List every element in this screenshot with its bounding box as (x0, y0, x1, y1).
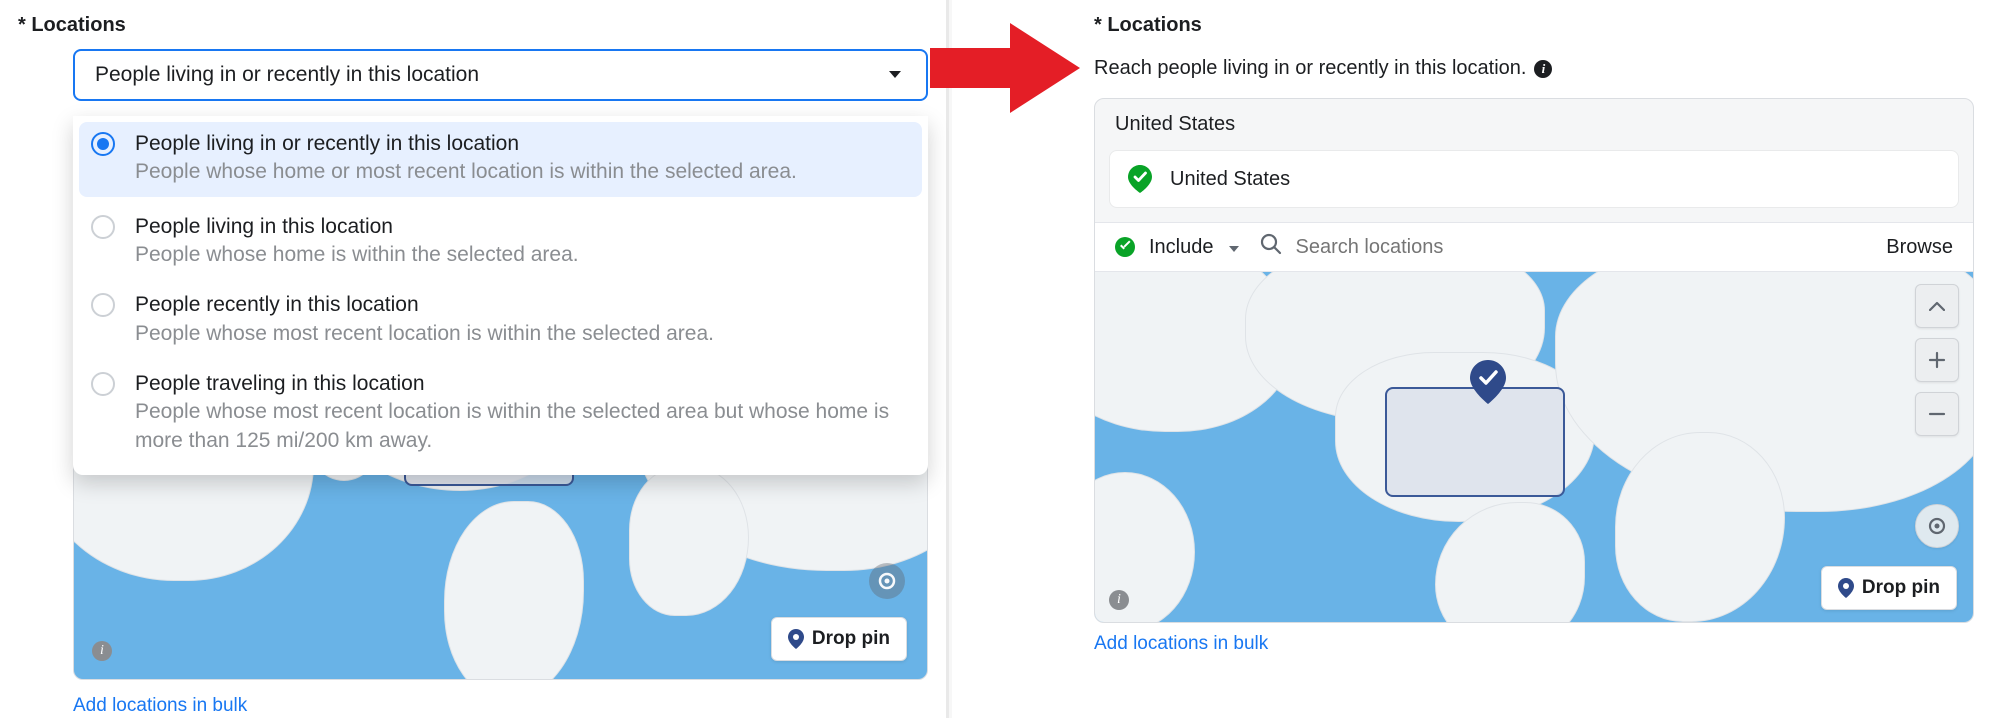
locations-heading: * Locations (18, 14, 930, 37)
country-name: United States (1170, 168, 1290, 191)
land-shape (1615, 432, 1785, 622)
drop-pin-button[interactable]: Drop pin (1821, 566, 1957, 610)
target-icon (1925, 514, 1949, 538)
info-icon[interactable]: i (92, 641, 112, 661)
recenter-button[interactable] (869, 563, 905, 599)
radio-icon (91, 215, 115, 239)
option-label: People recently in this location (135, 291, 714, 319)
map-pin-icon (1470, 360, 1506, 404)
option-desc: People whose home or most recent locatio… (135, 158, 797, 186)
chevron-down-icon (888, 70, 902, 80)
land-shape (444, 501, 584, 680)
info-icon[interactable]: i (1109, 590, 1129, 610)
locations-heading: * Locations (1094, 14, 1974, 37)
country-header: United States (1095, 99, 1973, 150)
option-living-or-recently[interactable]: People living in or recently in this loc… (79, 122, 922, 197)
search-icon (1260, 233, 1282, 261)
location-map[interactable]: i Drop pin (1095, 272, 1973, 622)
radio-icon (91, 372, 115, 396)
pin-icon (788, 629, 804, 649)
country-chip[interactable]: United States (1109, 150, 1959, 208)
drop-pin-label: Drop pin (812, 628, 890, 650)
pin-icon (1838, 578, 1854, 598)
include-status-icon (1115, 237, 1135, 257)
zoom-in-button[interactable] (1915, 338, 1959, 382)
option-recently[interactable]: People recently in this location People … (73, 281, 928, 360)
include-label: Include (1149, 236, 1214, 259)
option-label: People living in or recently in this loc… (135, 130, 797, 158)
radio-icon (91, 132, 115, 156)
reach-text: Reach people living in or recently in th… (1094, 57, 1526, 80)
plus-icon (1928, 351, 1946, 369)
zoom-out-button[interactable] (1915, 392, 1959, 436)
arrow-icon (930, 18, 1080, 123)
chevron-up-icon (1929, 301, 1945, 311)
search-locations-input[interactable] (1296, 236, 1873, 259)
option-traveling[interactable]: People traveling in this location People… (73, 360, 928, 467)
recenter-button[interactable] (1915, 504, 1959, 548)
option-living[interactable]: People living in this location People wh… (73, 203, 928, 282)
land-shape (629, 466, 749, 616)
location-type-select[interactable]: People living in or recently in this loc… (73, 49, 928, 101)
option-desc: People whose home is within the selected… (135, 241, 579, 269)
drop-pin-label: Drop pin (1862, 577, 1940, 599)
right-panel: * Locations Reach people living in or re… (954, 0, 2000, 718)
radio-icon (91, 293, 115, 317)
left-panel: * Locations People living in or recently… (0, 0, 930, 718)
add-locations-bulk-link[interactable]: Add locations in bulk (1094, 633, 1974, 655)
option-desc: People whose most recent location is wit… (135, 320, 714, 348)
drop-pin-button[interactable]: Drop pin (771, 617, 907, 661)
option-label: People traveling in this location (135, 370, 910, 398)
add-locations-bulk-link[interactable]: Add locations in bulk (73, 695, 247, 717)
map-controls (1915, 284, 1959, 436)
option-desc: People whose most recent location is wit… (135, 398, 910, 455)
browse-link[interactable]: Browse (1886, 236, 1953, 259)
location-pin-icon (1128, 165, 1152, 193)
select-current-value: People living in or recently in this loc… (95, 63, 479, 87)
location-search-row: Include Browse (1095, 222, 1973, 272)
option-label: People living in this location (135, 213, 579, 241)
location-type-dropdown: People living in or recently in this loc… (73, 116, 928, 475)
collapse-map-button[interactable] (1915, 284, 1959, 328)
chevron-down-icon[interactable] (1228, 236, 1240, 259)
locations-card: United States United States Include Brow… (1094, 98, 1974, 623)
reach-description-row: Reach people living in or recently in th… (1094, 57, 1974, 80)
minus-icon (1928, 405, 1946, 423)
info-icon[interactable]: i (1534, 60, 1552, 78)
